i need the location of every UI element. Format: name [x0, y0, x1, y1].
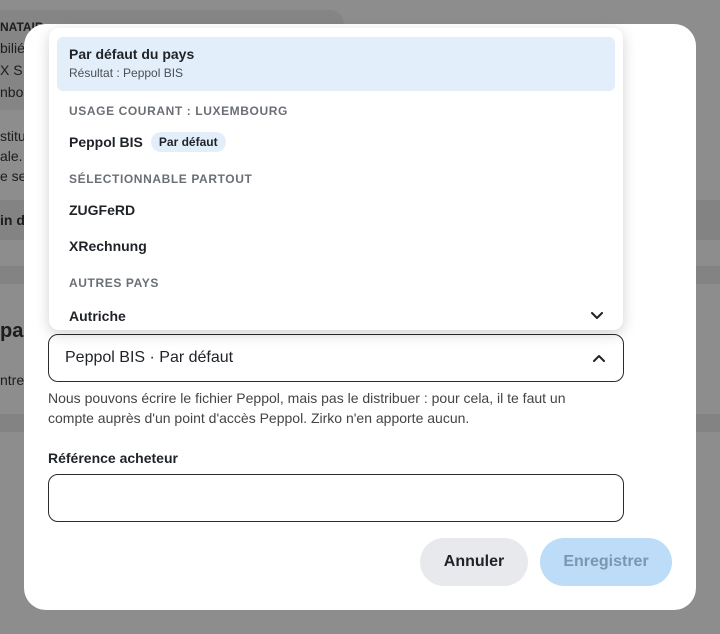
group-header-other-countries: AUTRES PAYS	[69, 276, 159, 290]
save-button[interactable]: Enregistrer	[540, 538, 672, 586]
peppol-hint-text: Nous pouvons écrire le fichier Peppol, m…	[48, 390, 566, 426]
buyer-reference-input[interactable]	[48, 474, 624, 522]
option-peppol-bis[interactable]: Peppol BIS Par défaut	[69, 132, 226, 152]
group-header-selectable-everywhere: SÉLECTIONNABLE PARTOUT	[69, 172, 253, 186]
option-title: Par défaut du pays	[69, 46, 195, 62]
option-label: XRechnung	[69, 238, 147, 254]
option-country-default[interactable]: Par défaut du pays Résultat : Peppol BIS	[57, 37, 615, 91]
option-xrechnung[interactable]: XRechnung	[69, 238, 147, 254]
option-austria[interactable]: Autriche	[69, 308, 605, 324]
option-label: Autriche	[69, 308, 126, 324]
group-header-current-usage: USAGE COURANT : LUXEMBOURG	[69, 104, 288, 118]
format-select[interactable]: Peppol BIS · Par défaut	[48, 334, 624, 382]
format-select-value: Peppol BIS · Par défaut	[65, 349, 234, 366]
chevron-up-icon	[591, 350, 607, 366]
buyer-reference-label: Référence acheteur	[48, 450, 178, 466]
option-label: ZUGFeRD	[69, 202, 136, 218]
option-zugferd[interactable]: ZUGFeRD	[69, 202, 135, 218]
default-badge: Par défaut	[150, 132, 226, 152]
option-subtitle: Résultat : Peppol BIS	[69, 66, 184, 80]
format-dropdown-list: Par défaut du pays Résultat : Peppol BIS…	[49, 28, 623, 330]
chevron-down-icon[interactable]	[589, 308, 605, 324]
option-label: Peppol BIS	[69, 134, 143, 150]
cancel-button[interactable]: Annuler	[420, 538, 528, 586]
